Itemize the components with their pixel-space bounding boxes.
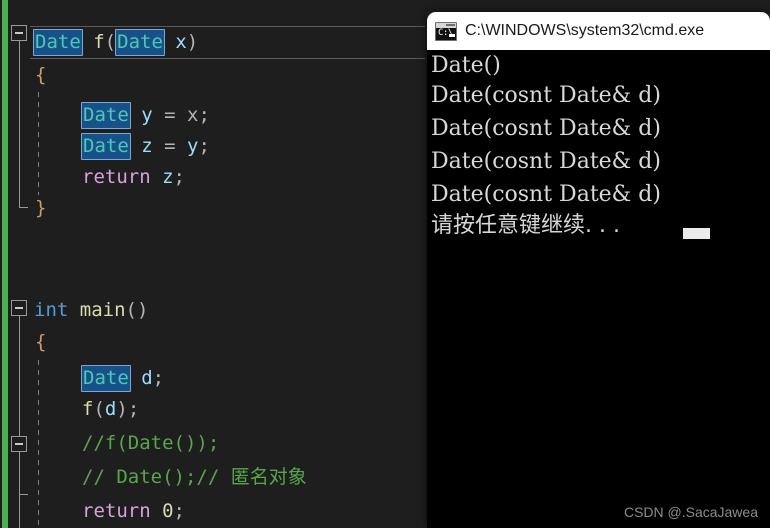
token-arg-d: d (104, 398, 117, 420)
fold-scope-line-main (19, 316, 20, 444)
code-line-13[interactable]: return 0; (82, 495, 185, 528)
console-line-5: Date(cosnt Date& d) (431, 182, 661, 207)
token-semicolon: ; (152, 367, 165, 389)
console-line-2: Date(cosnt Date& d) (431, 83, 661, 108)
code-line-7[interactable]: int main() (34, 294, 148, 327)
console-output-area[interactable]: Date() Date(cosnt Date& d) Date(cosnt Da… (427, 50, 770, 528)
token-semicolon: ; (173, 166, 185, 188)
token-comment: // Date();// 匿名对象 (82, 466, 307, 488)
token-brace-close: } (35, 197, 47, 219)
token-brace-open: { (35, 64, 47, 86)
token-semicolon: ; (127, 398, 140, 420)
console-line-prompt-continue: 请按任意键继续. . . (431, 213, 620, 238)
token-type-date: Date (81, 133, 131, 160)
token-semicolon: ; (198, 104, 210, 126)
cmd-console-window[interactable]: C:\ C:\WINDOWS\system32\cmd.exe Date() D… (427, 12, 770, 528)
console-titlebar[interactable]: C:\ C:\WINDOWS\system32\cmd.exe (427, 12, 770, 50)
token-parens: () (125, 299, 149, 321)
token-var-d: d (141, 367, 153, 389)
fold-toggle-comment-block[interactable] (11, 436, 27, 452)
token-rhs-y: y (187, 135, 199, 157)
code-line-12[interactable]: // Date();// 匿名对象 (82, 461, 307, 494)
token-assign: = (164, 135, 176, 157)
token-function-main: main (79, 299, 126, 321)
token-keyword-return: return (82, 500, 151, 522)
fold-toggle-main[interactable] (11, 300, 27, 316)
token-rhs-x: x (187, 104, 199, 126)
token-param-type-date: Date (115, 29, 165, 56)
code-line-3[interactable]: Date y = x; (81, 99, 210, 132)
token-paren-close: ) (186, 31, 199, 53)
watermark: CSDN @.SacaJawea (623, 504, 758, 520)
code-line-1[interactable]: Date f(Date x) (33, 26, 199, 59)
console-line-4: Date(cosnt Date& d) (431, 149, 661, 174)
token-comment: //f(Date()); (82, 432, 220, 454)
fold-scope-foot-comment (19, 494, 28, 495)
code-line-8[interactable]: { (35, 326, 46, 359)
token-keyword-return: return (82, 166, 151, 188)
token-assign: = (164, 104, 176, 126)
token-function-f: f (93, 31, 105, 53)
fold-scope-foot-f (19, 207, 28, 208)
cmd-icon-cursor (449, 33, 455, 37)
code-line-9[interactable]: Date d; (81, 362, 165, 395)
code-line-10[interactable]: f(d); (82, 393, 139, 426)
token-function-f: f (82, 398, 94, 420)
token-var-y: y (141, 104, 153, 126)
token-type-date: Date (81, 102, 131, 129)
token-paren-close: ) (116, 398, 128, 420)
console-line-3: Date(cosnt Date& d) (431, 116, 661, 141)
code-line-5[interactable]: return z; (82, 161, 185, 194)
code-line-4[interactable]: Date z = y; (81, 130, 210, 163)
code-line-11[interactable]: //f(Date()); (82, 427, 219, 460)
cmd-icon: C:\ (435, 21, 457, 41)
fold-toggle-function-f[interactable] (11, 25, 27, 41)
token-var-z: z (162, 166, 174, 188)
token-param-x: x (175, 31, 187, 53)
console-cursor (683, 228, 710, 239)
token-number-zero: 0 (162, 500, 174, 522)
code-line-2[interactable]: { (35, 59, 46, 92)
code-line-6[interactable]: } (35, 192, 46, 225)
token-semicolon: ; (198, 135, 210, 157)
console-line-1: Date() (431, 53, 501, 78)
token-keyword-int: int (34, 299, 69, 321)
token-var-z: z (141, 135, 153, 157)
console-title: C:\WINDOWS\system32\cmd.exe (465, 22, 705, 39)
folding-margin[interactable] (0, 0, 30, 528)
token-type-date: Date (33, 29, 83, 56)
token-brace-open: { (35, 331, 47, 353)
fold-scope-line-f (19, 41, 20, 207)
fold-scope-line-comment (19, 452, 20, 528)
token-paren-open: ( (93, 398, 105, 420)
token-semicolon: ; (173, 500, 185, 522)
token-type-date: Date (81, 365, 131, 392)
